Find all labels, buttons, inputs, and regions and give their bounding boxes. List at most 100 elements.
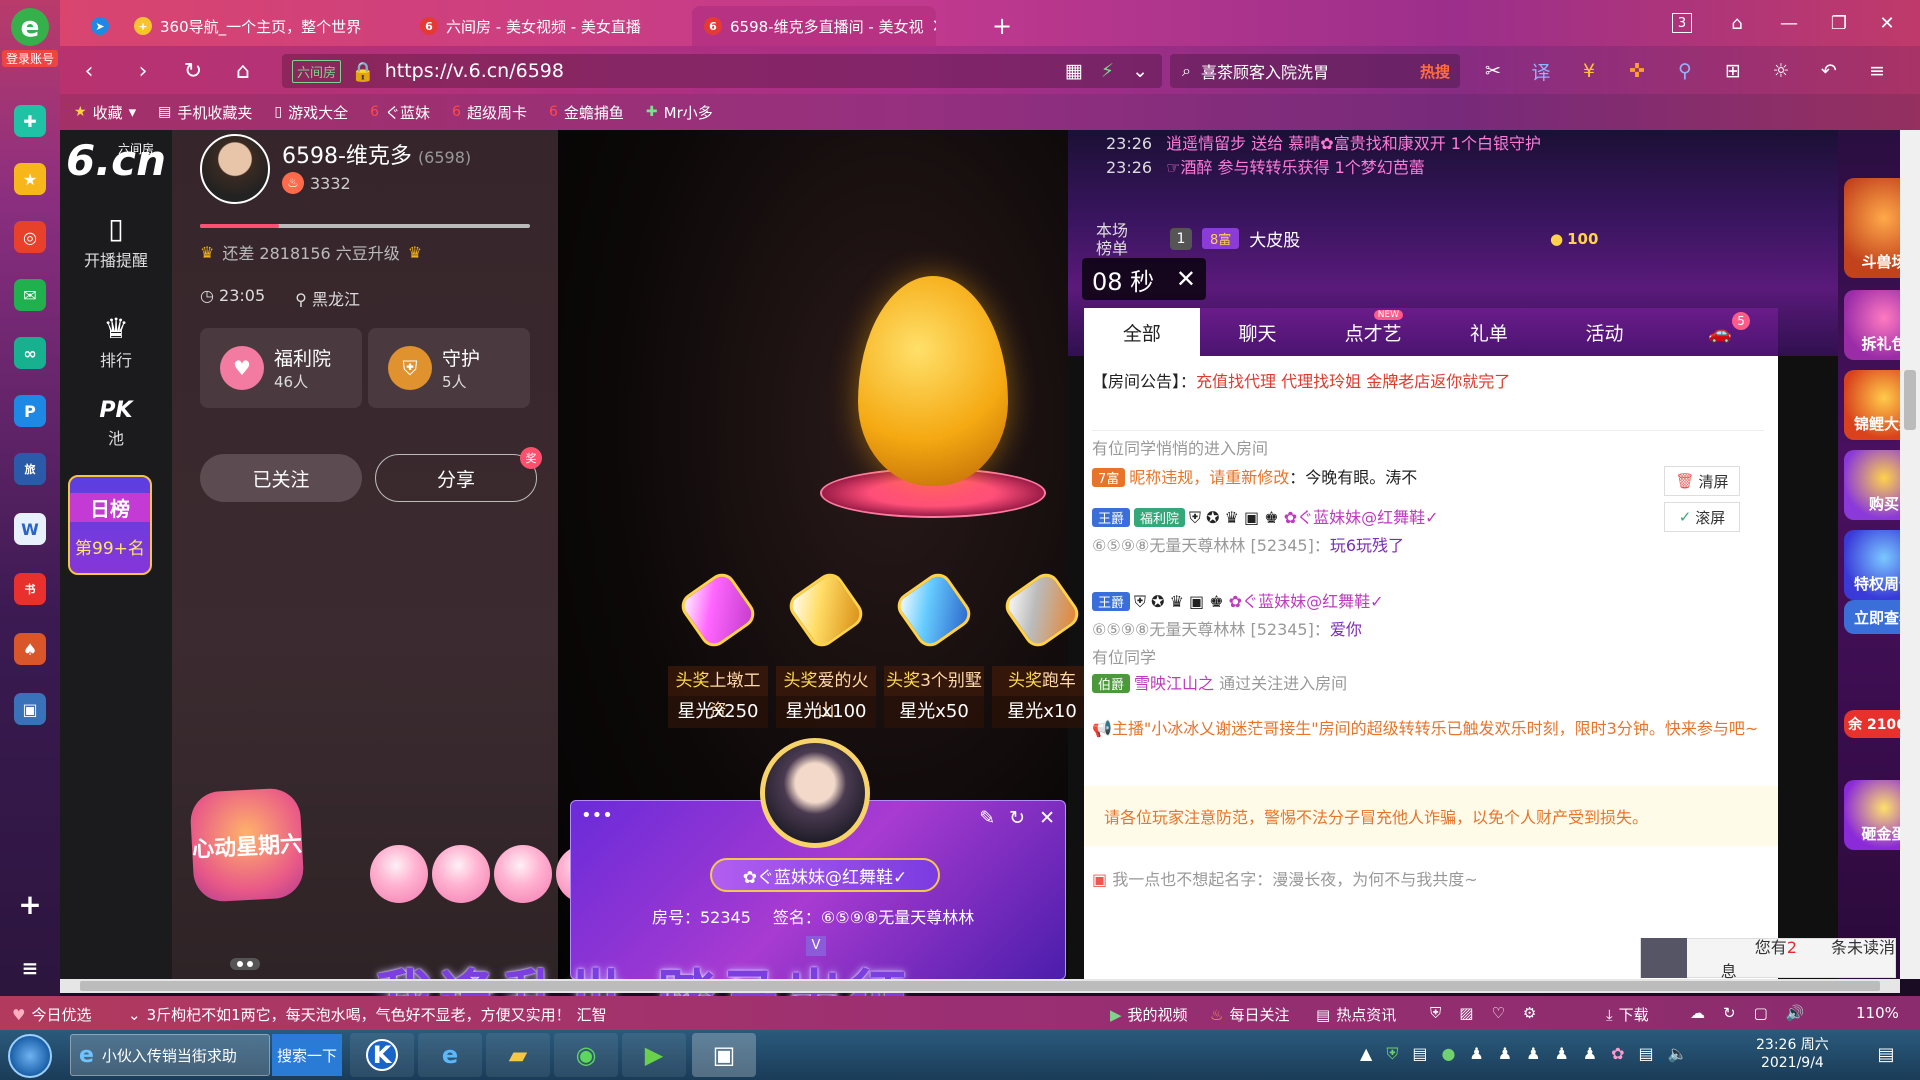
popup-close-icon[interactable]: ✕ <box>1039 807 1055 829</box>
tray-doc-icon[interactable]: ▤ <box>1412 1044 1427 1064</box>
promo-arena[interactable]: 斗兽场 <box>1844 178 1900 278</box>
tray-arrow-icon[interactable]: ▲ <box>1360 1044 1372 1064</box>
vertical-scrollbar[interactable] <box>1900 130 1920 979</box>
tab-close-icon[interactable]: ✕ <box>932 16 936 37</box>
carousel-dots[interactable] <box>230 958 260 970</box>
anchor-avatar[interactable] <box>200 134 270 204</box>
travel-icon[interactable]: 旅 <box>14 453 46 485</box>
fan-name-badge[interactable]: ✿ぐ蓝妹妹@红舞鞋✓ <box>710 858 940 892</box>
tray-qq-icon[interactable]: ♟ <box>1526 1044 1540 1064</box>
p-app-icon[interactable]: P <box>14 395 46 427</box>
bookmark-item[interactable]: 6 ぐ蓝妹 <box>370 102 430 123</box>
notification-icon[interactable]: ▤ <box>1872 1040 1900 1068</box>
restore-icon[interactable]: ❐ <box>1822 8 1856 38</box>
image-icon[interactable]: ▨ <box>1459 1004 1473 1022</box>
k-app-icon[interactable]: K <box>350 1033 414 1077</box>
bookmark-item[interactable]: 6 超级周卡 <box>452 102 527 123</box>
reload-icon[interactable]: ↻ <box>178 56 208 86</box>
status-news[interactable]: ⌄ 3斤枸杞不如1两它，每天泡水喝，气色好不显老，方便又实用！ 汇智 <box>128 1004 607 1025</box>
tray-qq-icon[interactable]: ♟ <box>1469 1044 1483 1064</box>
tools-icon[interactable]: ⚙ <box>1523 1004 1536 1022</box>
qr-icon[interactable]: ▦ <box>1065 60 1083 82</box>
translate-icon[interactable]: 译 <box>1526 56 1556 86</box>
guard-card[interactable]: ⛨ 守护 5人 <box>368 328 530 408</box>
scroll-thumb[interactable] <box>1904 370 1916 430</box>
url-text[interactable]: https://v.6.cn/6598 <box>385 60 564 82</box>
promo-koi[interactable]: 锦鲤大奖 <box>1844 370 1900 440</box>
promo-buy[interactable]: 购买 <box>1844 450 1900 520</box>
apps-icon[interactable]: ⊞ <box>1718 56 1748 86</box>
edit-icon[interactable]: ✎ <box>979 807 995 829</box>
nav-ranking[interactable]: ♛ 排行 <box>60 312 172 371</box>
welfare-card[interactable]: ♥ 福利院 46人 <box>200 328 362 408</box>
follow-button[interactable]: 已关注 <box>200 454 362 502</box>
ie-icon[interactable]: e <box>418 1033 482 1077</box>
rank-first-row[interactable]: 1 8富 大皮股 ● 100 <box>1170 226 1598 251</box>
hammer-option[interactable]: 头奖上墩工资星光x250 <box>668 568 768 728</box>
bookmark-item[interactable]: ▤ 手机收藏夹 <box>158 102 252 123</box>
scissors-icon[interactable]: ✂ <box>1478 56 1508 86</box>
status-my-video[interactable]: ▶ 我的视频 <box>1110 1004 1188 1025</box>
url-bar[interactable]: 六间房 🔒 https://v.6.cn/6598 ▦ ⚡ ⌄ <box>282 54 1162 88</box>
search-box[interactable]: ⌕ 喜茶顾客入院洗胃 热搜 <box>1170 54 1460 88</box>
promo-week-card[interactable]: 特权周卡 <box>1844 530 1900 600</box>
sync-icon[interactable]: ↻ <box>1723 1004 1736 1022</box>
bookmark-item[interactable]: ✚ Mr小多 <box>646 102 713 123</box>
redbook-icon[interactable]: 书 <box>14 573 46 605</box>
tab-360[interactable]: + 360导航_一个主页，整个世界 <box>122 6 362 46</box>
ball[interactable] <box>494 845 552 903</box>
golden-egg[interactable] <box>858 276 1008 486</box>
tray-network-icon[interactable]: ▤ <box>1639 1044 1654 1064</box>
undo-icon[interactable]: ↶ <box>1814 56 1844 86</box>
shirt-icon[interactable]: ⌂ <box>1720 8 1754 38</box>
unread-toast[interactable]: 您有2 条未读消息 <box>1640 938 1896 981</box>
tab-activity[interactable]: 活动 <box>1546 308 1663 356</box>
fan-avatar[interactable] <box>760 738 870 848</box>
auto-scroll-button[interactable]: ✓ 滚屏 <box>1664 502 1740 532</box>
tab-active-room[interactable]: 6 6598-维克多直播间 - 美女视 ✕ <box>692 6 936 46</box>
tray-volume-icon[interactable]: 🔈 <box>1668 1044 1688 1064</box>
360-icon[interactable]: ◉ <box>554 1033 618 1077</box>
tray-qq-icon[interactable]: ♟ <box>1498 1044 1512 1064</box>
site-logo[interactable]: 6.cn 六间房 <box>66 136 166 185</box>
menu-icon[interactable]: ≡ <box>14 952 46 984</box>
cloud-icon[interactable]: ☁ <box>1690 1004 1705 1022</box>
window-icon[interactable]: ▢ <box>1754 1004 1768 1022</box>
tray-shield-icon[interactable]: ⛨ <box>1386 1044 1398 1064</box>
status-download[interactable]: ⤓ 下载 <box>1606 1004 1649 1025</box>
dropdown-icon[interactable]: ⌄ <box>1132 60 1148 82</box>
browser-menu-icon[interactable]: ≡ <box>1862 56 1892 86</box>
video-app-icon[interactable]: ▣ <box>692 1033 756 1077</box>
horizontal-scrollbar[interactable] <box>60 979 1900 993</box>
window-count-badge[interactable]: 3 <box>1672 13 1692 33</box>
scroll-thumb[interactable] <box>80 981 1880 991</box>
tray-weather-icon[interactable]: ✿ <box>1611 1044 1624 1064</box>
day-rank-badge[interactable]: 日榜 第99+名 <box>68 475 152 575</box>
carousel-dot[interactable] <box>247 961 253 967</box>
hammer-option[interactable]: 头奖3个别墅 星光x50 <box>884 568 984 728</box>
ball[interactable] <box>370 845 428 903</box>
gamepad-icon[interactable]: ✜ <box>1622 56 1652 86</box>
chat-icon[interactable]: ∞ <box>14 337 46 369</box>
star-icon[interactable]: ★ <box>14 163 46 195</box>
mail-icon[interactable]: ✉ <box>14 279 46 311</box>
tab-chat[interactable]: 聊天 <box>1199 308 1316 356</box>
tab-talent[interactable]: 点才艺 NEW <box>1315 308 1432 356</box>
tab-6cn[interactable]: 6 六间房 - 美女视频 - 美女直播 <box>408 6 648 46</box>
home-tab-icon[interactable]: ➤ <box>84 6 116 46</box>
carousel-dot[interactable] <box>237 961 243 967</box>
heart-icon[interactable]: ♡ <box>1491 1004 1504 1022</box>
home-icon[interactable]: ⌂ <box>228 56 258 86</box>
search-text[interactable]: 喜茶顾客入院洗胃 <box>1201 59 1329 83</box>
sound-icon[interactable]: 🔊 <box>1786 1004 1805 1022</box>
tab-car[interactable]: 🚗 5 <box>1662 308 1779 356</box>
bookmark-item[interactable]: ▯ 游戏大全 <box>274 102 348 123</box>
status-today-pick[interactable]: ♥ 今日优选 <box>12 1004 91 1025</box>
start-button[interactable] <box>8 1034 52 1078</box>
zoom-level[interactable]: 110% <box>1856 1004 1899 1022</box>
tray-qq-icon[interactable]: ♟ <box>1554 1044 1568 1064</box>
coin-icon[interactable]: ¥ <box>1574 56 1604 86</box>
taskbar-search-button[interactable]: 搜索一下 <box>272 1034 342 1076</box>
game-icon[interactable]: ♠ <box>14 633 46 665</box>
forward-icon[interactable]: › <box>128 56 158 86</box>
